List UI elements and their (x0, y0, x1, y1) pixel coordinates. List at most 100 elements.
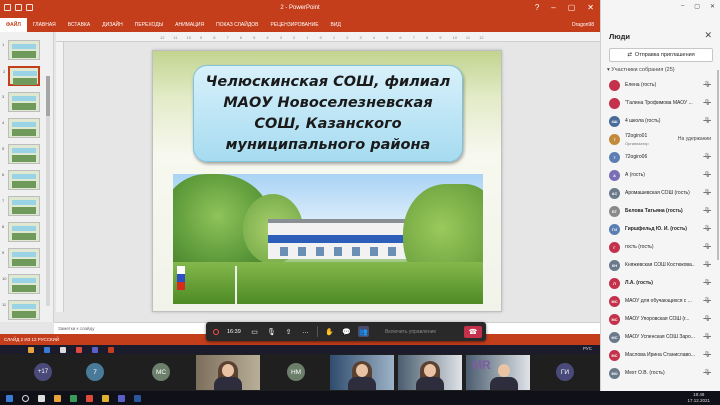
app-icon[interactable] (118, 394, 125, 402)
slide-thumbnail[interactable]: 8 (2, 222, 40, 242)
ruler-tick: 11 (465, 35, 471, 40)
tab-home[interactable]: ГЛАВНАЯ (27, 18, 62, 32)
mic-muted-icon: 🎙 (703, 244, 711, 250)
slide-thumbnail[interactable]: 4 (2, 118, 40, 138)
participant-row[interactable]: МС МАОУ для обучающихся с ... 🎙 (601, 294, 717, 310)
maximize-icon[interactable]: ▢ (568, 3, 576, 12)
app-icon[interactable] (102, 394, 109, 402)
app-icon[interactable] (70, 394, 77, 402)
close-icon[interactable]: ✕ (587, 3, 594, 12)
chat-icon[interactable]: 💬 (341, 326, 352, 337)
maximize-icon[interactable]: ▢ (694, 3, 700, 10)
camera-off-icon[interactable]: ▭ (249, 326, 260, 337)
slide-thumbnail[interactable]: 9 (2, 248, 40, 268)
close-panel-icon[interactable]: ✕ (704, 30, 712, 41)
video-tile[interactable] (398, 355, 462, 390)
app-icon[interactable] (38, 394, 45, 402)
video-tile[interactable] (330, 355, 394, 390)
slide-thumbnail[interactable]: 10 (2, 274, 40, 294)
tab-file[interactable]: ФАЙЛ (0, 18, 27, 32)
management-label[interactable]: Включить управление (385, 329, 436, 335)
video-avatar[interactable]: МС (152, 363, 170, 381)
video-tile[interactable] (196, 355, 260, 390)
participant-row[interactable]: МС МАОУ Упоровская СОШ (г... 🎙 (601, 312, 717, 328)
recording-icon (210, 326, 221, 337)
participant-row[interactable]: Л Л.А. (гость) 🎙 (601, 276, 717, 292)
participant-row[interactable]: КН Княжевская СОШ Костюкова... 🎙 (601, 258, 717, 274)
participant-row[interactable]: МС Маслова Ирина Станиславо... 🎙 (601, 348, 717, 364)
current-slide[interactable]: Челюскинская СОШ, филиал МАОУ Новоселезн… (152, 50, 502, 312)
slide-thumbnail[interactable]: 3 (2, 92, 40, 112)
avatar: АС (609, 188, 620, 199)
participant-row[interactable]: МО Мехт О.В. (гость) 🎙 (601, 366, 717, 382)
ruler-tick: 3 (279, 35, 282, 40)
participant-row[interactable]: 7 72ogiro01 Организатор На удержании (601, 132, 717, 148)
slide-thumbnail[interactable]: 2 (3, 66, 40, 86)
app-icon[interactable] (108, 346, 114, 353)
participant-row[interactable]: Елена (гость) 🎙 (601, 78, 717, 94)
participant-row[interactable]: "Галина Трофимова МАОУ ... 🎙 (601, 96, 717, 112)
slide-thumbnail[interactable]: 6 (2, 170, 40, 190)
school-photo[interactable] (173, 174, 483, 304)
start-icon[interactable] (6, 394, 13, 402)
close-icon[interactable]: ✕ (710, 3, 715, 10)
slide-thumbnail[interactable]: 11 (2, 300, 40, 320)
window-controls[interactable]: ? – ▢ ✕ (535, 3, 594, 12)
tab-view[interactable]: ВИД (325, 18, 347, 32)
participant-row[interactable]: АС Аромашевская СОШ (гость) 🎙 (601, 186, 717, 202)
participants-header[interactable]: ▾ Участники собрания (25) (607, 67, 675, 73)
more-options-icon[interactable]: … (300, 326, 311, 337)
slide-title-box[interactable]: Челюскинская СОШ, филиал МАОУ Новоселезн… (193, 65, 463, 162)
app-icon[interactable] (60, 346, 66, 353)
panel-scrollbar[interactable] (717, 70, 719, 260)
participant-name: МАОУ Успенская СОШ Заро... (625, 334, 695, 340)
app-icon[interactable] (92, 346, 98, 353)
video-avatar[interactable]: НМ (287, 363, 305, 381)
slide-number: 4 (2, 120, 5, 125)
tab-design[interactable]: ДИЗАЙН (96, 18, 129, 32)
avatar: А (609, 170, 620, 181)
participants-icon[interactable]: 👥 (358, 326, 369, 337)
minimize-icon[interactable]: – (551, 3, 555, 12)
mic-muted-icon: 🎙 (703, 280, 711, 286)
participant-row[interactable]: 7 72ogiro06 🎙 (601, 150, 717, 166)
tab-insert[interactable]: ВСТАВКА (62, 18, 96, 32)
avatar: ГИ (609, 224, 620, 235)
hang-up-button[interactable]: ☎ (464, 325, 482, 338)
more-participants-badge[interactable]: +17 (34, 363, 52, 381)
user-account[interactable]: Dragon98 (572, 18, 594, 32)
participant-row[interactable]: МС МАОУ Успенская СОШ Заро... 🎙 (601, 330, 717, 346)
participant-row[interactable]: А А (гость) 🎙 (601, 168, 717, 184)
participant-row[interactable]: БТ Белова Татьяна (гость) 🎙 (601, 204, 717, 220)
participant-row[interactable]: 4Ш 4 школа (гость) 🎙 (601, 114, 717, 130)
app-icon[interactable] (44, 346, 50, 353)
tab-transitions[interactable]: ПЕРЕХОДЫ (129, 18, 169, 32)
video-avatar[interactable]: ГИ (556, 363, 574, 381)
app-icon[interactable] (54, 394, 61, 402)
mic-muted-icon: 🎙 (703, 298, 711, 304)
tab-slideshow[interactable]: ПОКАЗ СЛАЙДОВ (210, 18, 264, 32)
app-icon[interactable] (134, 394, 141, 402)
tab-animation[interactable]: АНИМАЦИЯ (169, 18, 210, 32)
slide-thumbnail[interactable]: 1 (2, 40, 40, 60)
invite-button[interactable]: ⇄ Отправка приглашения (609, 48, 713, 62)
participant-row[interactable]: ГИ Гиршфельд Ю. И. (гость) 🎙 (601, 222, 717, 238)
app-icon[interactable] (86, 394, 93, 402)
help-icon[interactable]: ? (535, 3, 539, 12)
tab-review[interactable]: РЕЦЕНЗИРОВАНИЕ (264, 18, 324, 32)
video-avatar[interactable]: 7 (86, 363, 104, 381)
search-icon[interactable] (22, 394, 29, 402)
share-screen-icon[interactable]: ⇪ (283, 326, 294, 337)
app-icon[interactable] (76, 346, 82, 353)
raise-hand-icon[interactable]: ✋ (324, 326, 335, 337)
mic-off-icon[interactable]: 🎙 (266, 326, 277, 337)
participant-row[interactable]: Ггость (гость) 🎙 (601, 240, 717, 256)
minimize-icon[interactable]: – (681, 3, 684, 10)
video-tile[interactable]: MR (466, 355, 530, 390)
ppt-titlebar: 2 - PowerPoint ? – ▢ ✕ (0, 0, 600, 18)
slide-thumbnail[interactable]: 7 (2, 196, 40, 216)
slide-thumbnail[interactable]: 5 (2, 144, 40, 164)
clock[interactable]: 18:48 17.12.2021 (687, 392, 710, 404)
thumbnails-scrollbar[interactable] (46, 76, 50, 306)
app-icon[interactable] (28, 346, 34, 353)
